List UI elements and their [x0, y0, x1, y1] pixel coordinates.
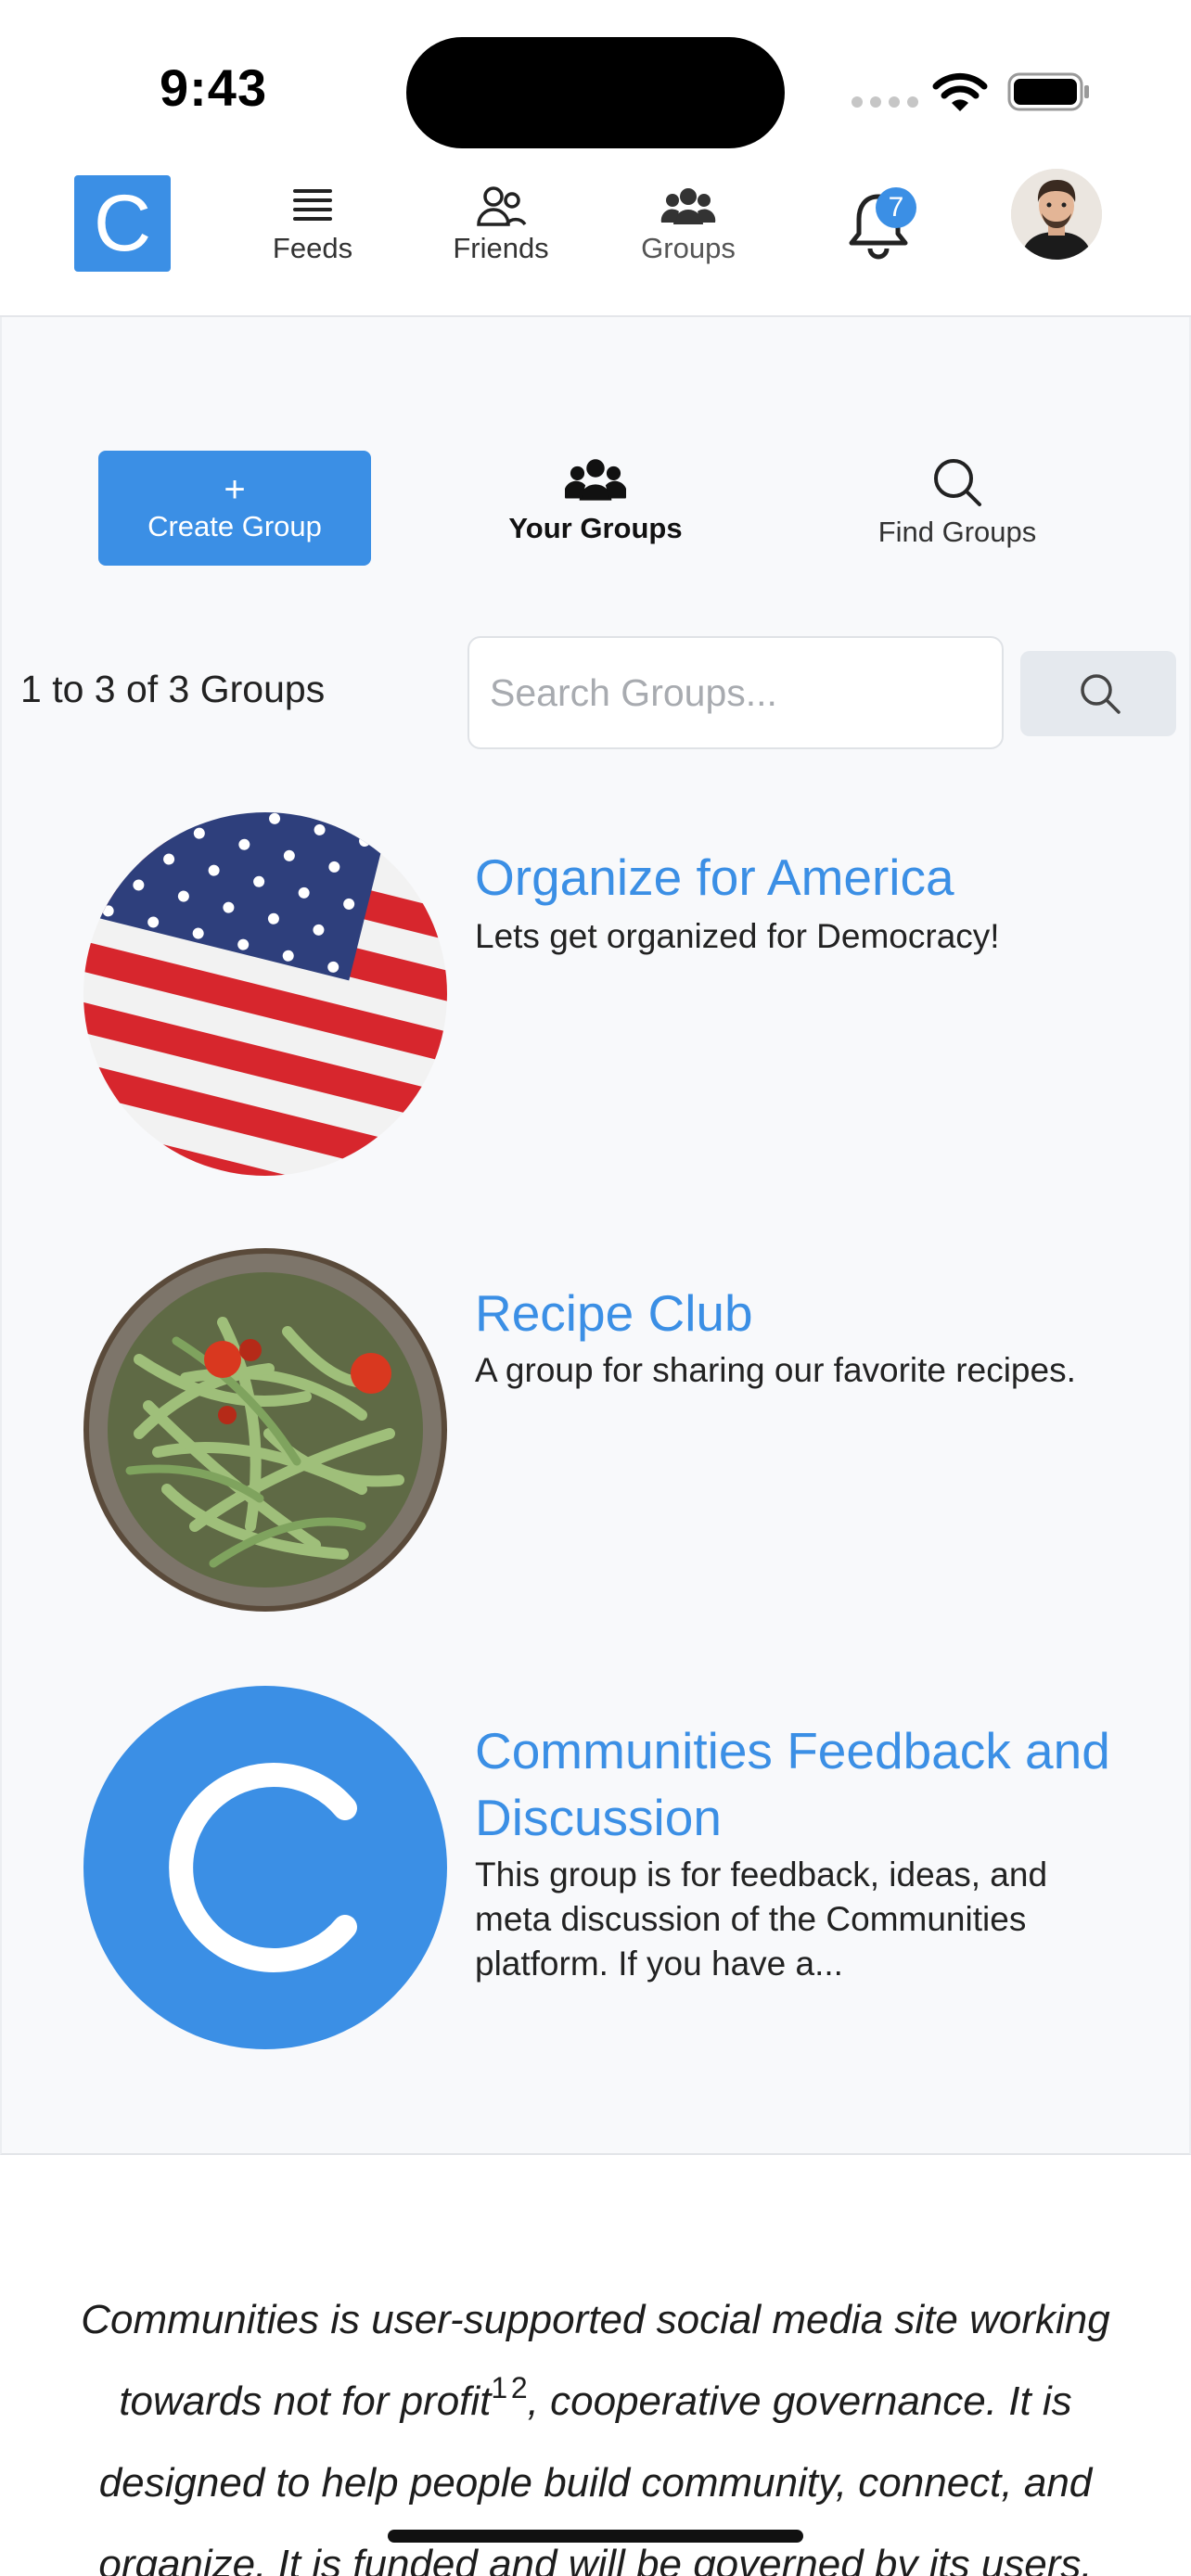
nav-groups-label: Groups [641, 232, 736, 264]
wifi-icon [932, 72, 988, 111]
search-icon [1081, 674, 1121, 714]
communities-logo[interactable]: C [74, 175, 171, 272]
group-image-american-flag[interactable] [83, 812, 447, 1176]
top-navigation: C Feeds Friends Groups 7 [0, 158, 1191, 317]
group-description: This group is for feedback, ideas, and m… [475, 1855, 1048, 1983]
feeds-icon [293, 189, 332, 221]
avatar-image [1011, 169, 1102, 260]
group-name-link[interactable]: Recipe Club [475, 1280, 1124, 1346]
nav-feeds-label: Feeds [272, 232, 353, 264]
dynamic-island [406, 37, 785, 148]
tab-find-groups[interactable]: Find Groups [855, 456, 1059, 549]
nav-feeds[interactable]: Feeds [238, 184, 387, 265]
create-group-button[interactable]: + Create Group [98, 451, 371, 566]
group-name-link[interactable]: Communities Feedback and Discussion [475, 1717, 1124, 1851]
footnote-link-1[interactable]: 1 [491, 2371, 507, 2404]
groups-icon [660, 188, 716, 224]
notification-count-badge: 7 [876, 187, 916, 228]
group-name-link[interactable]: Organize for America [475, 844, 1124, 911]
search-icon [934, 459, 981, 506]
plus-icon: + [224, 469, 246, 510]
status-time: 9:43 [160, 58, 268, 117]
results-count: 1 to 3 of 3 Groups [20, 668, 326, 710]
tab-your-groups-label: Your Groups [508, 512, 683, 544]
footnote-link-2[interactable]: 2 [511, 2371, 528, 2404]
status-bar: 9:43 [0, 0, 1191, 158]
groups-icon [565, 459, 626, 501]
tab-your-groups[interactable]: Your Groups [503, 456, 688, 545]
nav-groups[interactable]: Groups [614, 184, 762, 265]
group-image-green-beans[interactable] [83, 1248, 447, 1612]
group-description: A group for sharing our favorite recipes… [475, 1351, 1076, 1389]
search-button[interactable] [1020, 651, 1176, 736]
group-description: Lets get organized for Democracy! [475, 917, 1000, 955]
create-group-label: Create Group [147, 510, 322, 542]
tab-find-groups-label: Find Groups [877, 516, 1037, 548]
cellular-signal-icon [852, 96, 918, 108]
nav-friends-label: Friends [453, 232, 549, 264]
search-groups-input[interactable] [467, 636, 1004, 749]
battery-icon [1007, 72, 1089, 111]
user-avatar[interactable] [1011, 169, 1102, 260]
groups-page: + Create Group Your Groups Find Groups 1… [0, 317, 1191, 2155]
group-image-communities-logo[interactable] [83, 1686, 447, 2049]
friends-icon [477, 186, 527, 226]
nav-friends[interactable]: Friends [427, 184, 575, 265]
home-indicator[interactable] [388, 2530, 803, 2543]
